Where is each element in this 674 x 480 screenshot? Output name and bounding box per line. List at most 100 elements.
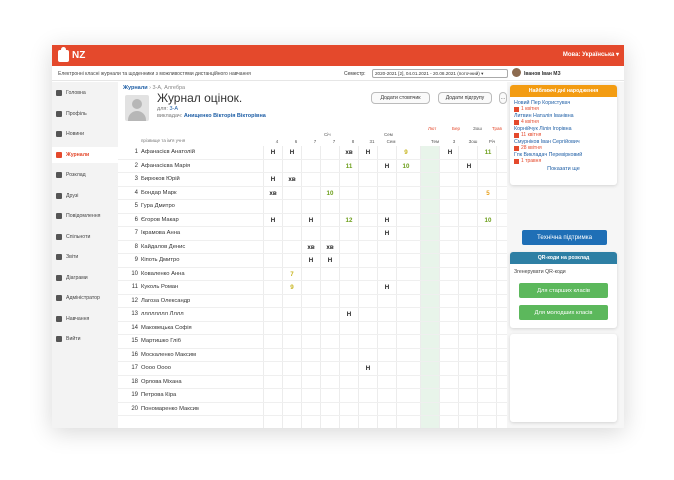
student-name[interactable]: Афанасієва Марія [141, 163, 199, 169]
add-subgroup-button[interactable]: Додати підгрупу [438, 92, 492, 104]
breadcrumb-link[interactable]: Журнали [123, 85, 148, 91]
student-name[interactable]: Єгоров Макар [141, 217, 199, 223]
grade-cell[interactable]: Н [264, 217, 282, 224]
student-name[interactable]: Оооо Оооо [141, 365, 199, 371]
row-number: 4 [134, 189, 138, 196]
sidebar-item-3[interactable]: Новини [52, 126, 118, 142]
table-row: 18 Орлова Міхана [118, 376, 507, 389]
grade-cell[interactable]: хв [321, 244, 339, 251]
date-header[interactable]: Сем [382, 139, 400, 144]
student-name[interactable]: Москаленко Максим [141, 352, 199, 358]
date-header[interactable]: Тем [426, 139, 444, 144]
student-name[interactable]: Афанасієв Анатолій [141, 149, 199, 155]
grade-cell[interactable]: Н [460, 163, 478, 170]
grade-cell[interactable]: Н [378, 217, 396, 224]
user-name[interactable]: Іванов Іван МЗ [524, 71, 561, 77]
sidebar-item-7[interactable]: Повідомлення [52, 208, 118, 224]
sidebar-item-10[interactable]: Діаграми [52, 270, 118, 286]
sidebar-item-4[interactable]: Журнали [52, 146, 118, 163]
qr-older-button[interactable]: Для старших класів [519, 283, 608, 298]
student-name[interactable]: Маковецька Софія [141, 325, 199, 331]
student-name[interactable]: лллллллл Лллл [141, 311, 199, 317]
semester-select[interactable]: 2020-2021 [2], 04.01.2021 - 20.08.2021 (… [372, 69, 508, 78]
grade-cell[interactable]: 10 [321, 190, 339, 197]
grade-cell[interactable]: 10 [397, 163, 415, 170]
date-header[interactable]: Річ [483, 139, 501, 144]
logo[interactable]: NZ [58, 46, 85, 63]
grade-cell[interactable]: 12 [340, 217, 358, 224]
student-name[interactable]: Кіпоть Дмитро [141, 257, 199, 263]
grade-cell[interactable]: Н [359, 365, 377, 372]
grade-cell[interactable]: Н [283, 149, 301, 156]
sidebar-item-6[interactable]: Друзі [52, 188, 118, 204]
gift-icon [514, 119, 519, 125]
date-header[interactable]: 4 [268, 139, 286, 144]
teacher-photo [125, 95, 149, 121]
friends-icon [56, 192, 62, 199]
grade-cell[interactable]: 11 [479, 149, 497, 156]
empty-card [510, 334, 617, 422]
grade-cell[interactable]: Н [340, 311, 358, 318]
grade-cell[interactable]: хв [340, 149, 358, 156]
student-name[interactable]: Бирюков Юрій [141, 176, 199, 182]
grade-cell[interactable]: 11 [340, 163, 358, 170]
more-button[interactable]: … [499, 92, 507, 104]
teacher-value[interactable]: Анищенко Вікторія Вікторівна [184, 113, 266, 119]
table-row: 11 Куколь Роман [118, 281, 507, 295]
show-more-link[interactable]: Показати ще [510, 166, 617, 172]
grade-cell[interactable]: Н [441, 149, 459, 156]
sidebar-item-2[interactable]: Профіль [52, 106, 118, 122]
date-header[interactable]: 6 [287, 139, 305, 144]
add-column-button[interactable]: Додати стовпчик [371, 92, 430, 104]
student-name[interactable]: Пономаренко Максим [141, 406, 199, 412]
person-icon [132, 99, 142, 109]
student-name[interactable]: Ікрамова Анна [141, 230, 199, 236]
grade-cell[interactable]: 7 [283, 271, 301, 278]
date-header[interactable]: Зош [464, 139, 482, 144]
sidebar-item-9[interactable]: Звіти [52, 249, 118, 265]
student-name[interactable]: Гура Дмитро [141, 203, 199, 209]
sidebar-item-5[interactable]: Розклад [52, 167, 118, 183]
grade-cell[interactable]: 10 [479, 217, 497, 224]
grade-cell[interactable]: Н [378, 230, 396, 237]
sidebar-item-1[interactable]: Головна [52, 85, 118, 101]
class-value[interactable]: 3-А [169, 106, 178, 112]
grade-cell[interactable]: Н [378, 284, 396, 291]
date-header[interactable]: 7 [325, 139, 343, 144]
grade-cell[interactable]: 9 [283, 284, 301, 291]
student-name[interactable]: Петрова Кіра [141, 392, 199, 398]
sidebar-item-11[interactable]: Адміністратор [52, 290, 118, 306]
student-name[interactable]: Орлова Міхана [141, 379, 199, 385]
grade-cell[interactable]: 9 [397, 149, 415, 156]
date-header[interactable]: 3 [445, 139, 463, 144]
grade-cell[interactable]: Н [302, 257, 320, 264]
grade-cell[interactable]: 5 [479, 190, 497, 197]
grade-cell[interactable]: Н [359, 149, 377, 156]
grade-cell[interactable]: Н [302, 217, 320, 224]
grade-cell[interactable]: хв [283, 176, 301, 183]
support-button[interactable]: Технічна підтримка [522, 230, 607, 245]
student-name[interactable]: Куколь Роман [141, 284, 199, 290]
sidebar-item-8[interactable]: Спільноти [52, 229, 118, 245]
date-header[interactable]: 31 [363, 139, 381, 144]
student-name[interactable]: Бондар Марк [141, 190, 199, 196]
student-name[interactable]: Кайдалов Денис [141, 244, 199, 250]
sidebar-item-label: Головна [66, 90, 86, 96]
qr-younger-button[interactable]: Для молодших класів [519, 305, 608, 320]
date-header[interactable]: 8 [344, 139, 362, 144]
language-selector[interactable]: Мова: Українська ▾ [563, 51, 619, 58]
date-header[interactable]: 7 [306, 139, 324, 144]
class-info: для: 3-А [157, 106, 178, 112]
grade-cell[interactable]: Н [321, 257, 339, 264]
sidebar-item-13[interactable]: Вийти [52, 331, 118, 347]
student-name[interactable]: Мартишко Гліб [141, 338, 199, 344]
sidebar-item-12[interactable]: Навчання [52, 311, 118, 327]
grade-cell[interactable]: Н [378, 163, 396, 170]
student-name[interactable]: Лагоза Олександр [141, 298, 199, 304]
grade-cell[interactable]: хв [264, 190, 282, 197]
grade-cell[interactable]: Н [264, 176, 282, 183]
grade-cell[interactable]: Н [264, 149, 282, 156]
grade-cell[interactable]: хв [302, 244, 320, 251]
user-avatar[interactable] [512, 68, 521, 77]
student-name[interactable]: Коваленко Анна [141, 271, 199, 277]
